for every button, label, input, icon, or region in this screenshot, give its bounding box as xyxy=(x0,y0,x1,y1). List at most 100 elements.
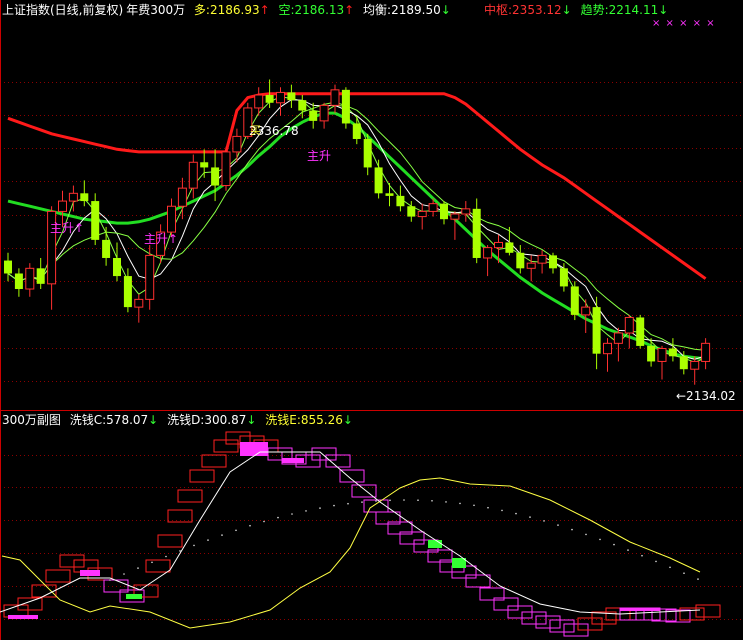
candle xyxy=(4,252,12,282)
candle-body xyxy=(177,187,187,207)
xiqian-e-label: 洗钱E: xyxy=(265,413,301,427)
candle-body xyxy=(559,268,568,287)
xiqian-d-dot xyxy=(599,538,601,541)
candle xyxy=(200,149,209,178)
candle-body xyxy=(516,252,525,269)
signal-block xyxy=(282,458,304,463)
candle-body xyxy=(276,91,285,104)
candle xyxy=(450,211,460,240)
xiqian-d-value: 300.87 xyxy=(204,413,247,427)
signal-block xyxy=(240,442,268,456)
candle-body xyxy=(549,255,557,269)
xiqian-e-value: 855.26 xyxy=(300,413,343,427)
candle xyxy=(668,338,677,362)
candle xyxy=(592,296,601,370)
candle xyxy=(341,87,350,129)
box-mark xyxy=(45,569,71,583)
zhongshu-label: 中枢: xyxy=(484,3,513,17)
junheng-label: 均衡: xyxy=(363,3,392,17)
candle xyxy=(352,115,361,145)
candle xyxy=(636,314,645,349)
xiqian-d-dot xyxy=(263,520,265,523)
box-mark xyxy=(157,534,183,548)
candle xyxy=(309,102,318,129)
candle xyxy=(385,182,394,207)
candle-body xyxy=(483,247,493,259)
candle-body xyxy=(341,89,350,124)
candle-body xyxy=(167,205,176,233)
zhongshu-arrow-icon: ↓ xyxy=(561,3,572,17)
sub-chart-grid xyxy=(0,455,743,620)
chart-title: 上证指数(日线,前复权) xyxy=(2,3,124,17)
candle-body xyxy=(287,92,296,101)
candle-body xyxy=(145,254,155,300)
xiqian-d-dot xyxy=(389,499,391,502)
xiqian-c-arrow-icon: ↓ xyxy=(148,413,159,427)
xiqian-d-dot xyxy=(375,500,377,502)
candle xyxy=(91,193,100,246)
xiqian-d-dot xyxy=(291,513,293,515)
xiqian-d-dot xyxy=(557,524,559,526)
candle xyxy=(363,133,372,176)
box-mark xyxy=(59,554,85,568)
candle-body xyxy=(298,100,307,111)
zhusheng-label-2: 主升↑ xyxy=(144,232,179,246)
xiqian-d-dot xyxy=(319,507,321,509)
candle-body xyxy=(385,193,394,196)
candle-body xyxy=(472,208,481,258)
candle xyxy=(472,198,481,264)
candle-body xyxy=(134,298,144,308)
candle xyxy=(647,338,656,367)
xiqian-e-line xyxy=(1,477,701,629)
box-mark xyxy=(351,484,377,498)
candle-body xyxy=(668,348,677,357)
candle-body xyxy=(80,193,89,202)
xiqian-d-dot xyxy=(529,516,531,518)
candle-body xyxy=(396,195,405,207)
xiqian-d-dot xyxy=(613,543,615,546)
xiqian-d-dot xyxy=(249,524,251,527)
xiqian-d-dot xyxy=(221,534,223,536)
xiqian-d-dot xyxy=(207,539,209,541)
candle xyxy=(396,185,405,212)
box-mark xyxy=(695,604,721,618)
chart-stage xyxy=(0,0,743,640)
candle xyxy=(701,338,711,370)
xiqian-d-dot xyxy=(627,549,629,551)
candle xyxy=(25,263,35,297)
candle-body xyxy=(374,167,383,194)
xiqian-d-dot xyxy=(305,510,307,512)
xiqian-d-dot xyxy=(361,501,363,503)
xiqian-d-dot xyxy=(179,550,181,552)
signal-block xyxy=(428,540,442,548)
xiqian-d-label: 洗钱D: xyxy=(167,413,205,427)
xiqian-d-dot xyxy=(235,529,237,532)
candle-body xyxy=(91,201,100,240)
main-chart-header: 上证指数(日线,前复权) 年费300万 多:2186.93↑ 空:2186.13↑… xyxy=(2,3,456,17)
candle-body xyxy=(4,260,12,274)
candle-body xyxy=(407,206,416,217)
candle xyxy=(603,338,612,372)
xiqian-d-dot xyxy=(277,516,279,519)
xiqian-e-arrow-icon: ↓ xyxy=(342,413,353,427)
box-mark xyxy=(465,574,491,588)
xiqian-d-dot xyxy=(683,572,685,574)
indicator-name: 年费300万 xyxy=(126,3,186,17)
junheng-value: 2189.50 xyxy=(391,3,441,17)
qushi-arrow-icon: ↓ xyxy=(658,3,669,17)
candle xyxy=(221,146,231,191)
candle xyxy=(254,87,264,116)
duo-arrow-icon: ↑ xyxy=(259,3,270,17)
sub-chart-title: 300万副图 xyxy=(2,413,61,427)
candle xyxy=(134,294,144,323)
xiqian-d-dot xyxy=(445,501,447,503)
xiqian-c-label: 洗钱C: xyxy=(69,413,107,427)
candle-body xyxy=(25,267,35,290)
xiqian-d-dot xyxy=(515,512,517,515)
candle-body xyxy=(537,254,547,264)
candle xyxy=(36,257,45,290)
kong-label: 空: xyxy=(278,3,295,17)
candle-body xyxy=(352,123,361,139)
candle-body xyxy=(624,316,634,334)
candle-body xyxy=(68,192,78,202)
